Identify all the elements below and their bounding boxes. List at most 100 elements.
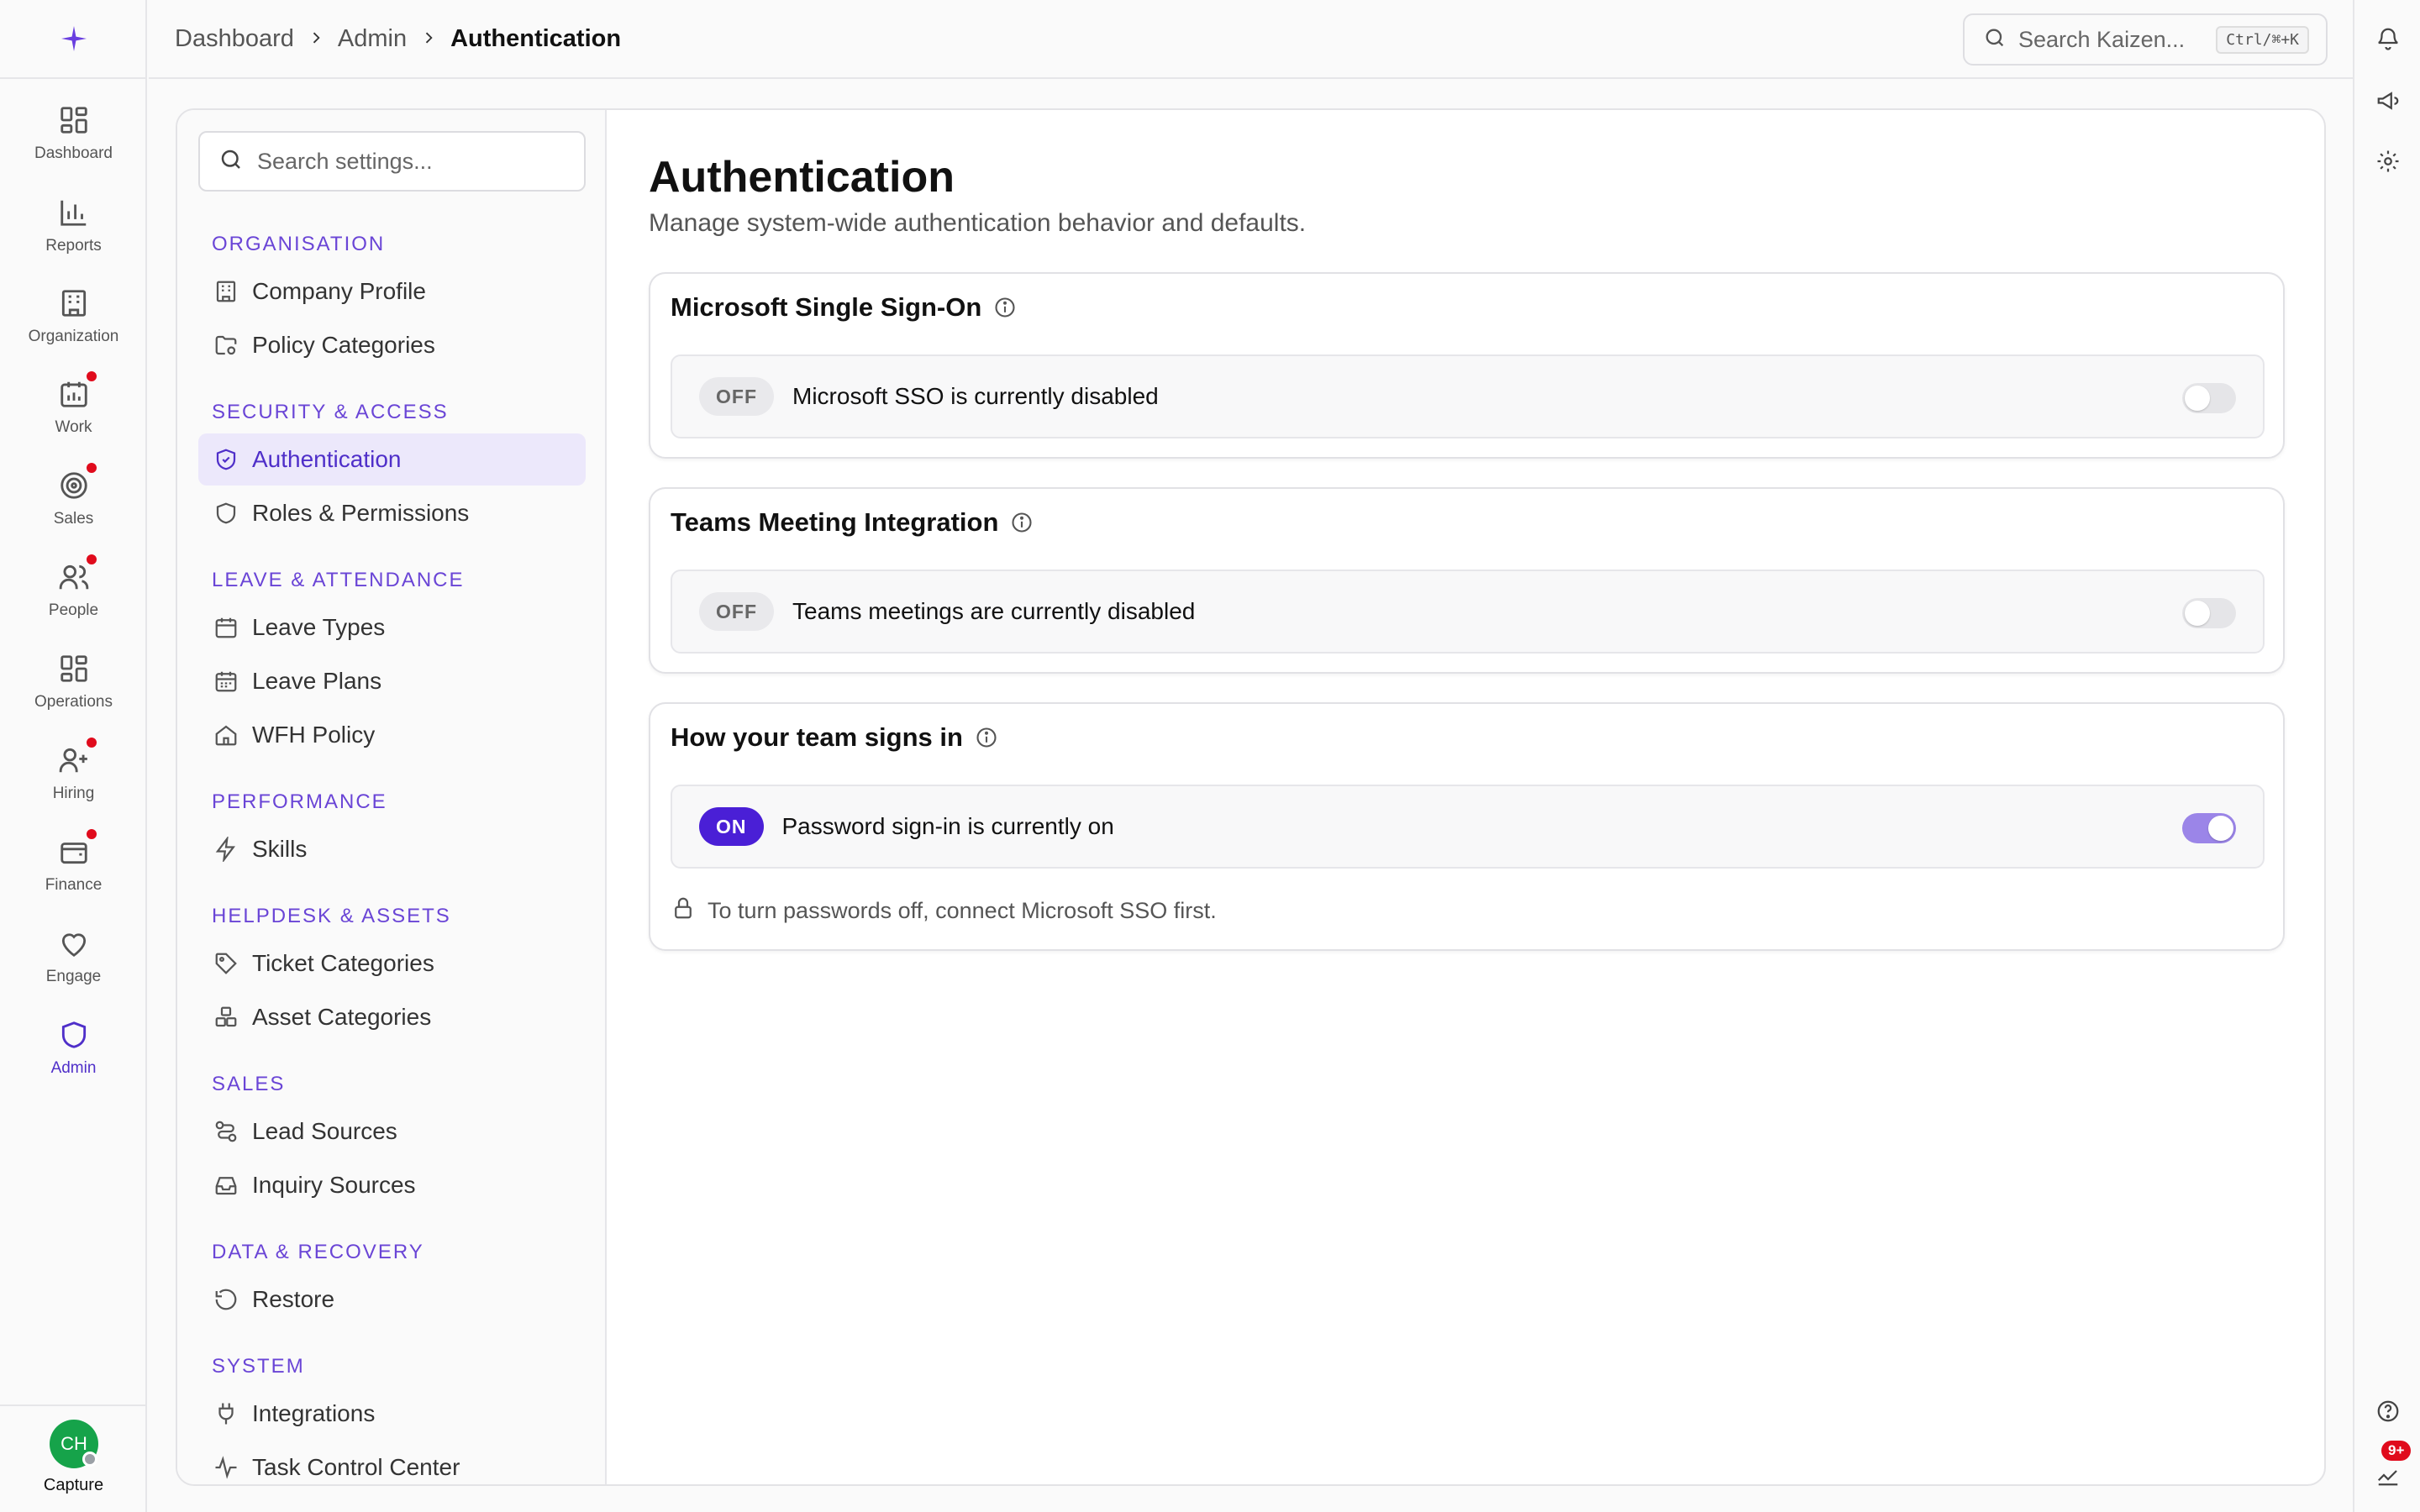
nav-item-finance[interactable]: Finance bbox=[0, 827, 147, 916]
settings-item-label: Company Profile bbox=[252, 278, 426, 304]
settings-item-label: Lead Sources bbox=[252, 1118, 397, 1144]
setting-row: ON Password sign-in is currently on bbox=[671, 785, 2265, 869]
calendar-list-icon bbox=[212, 667, 240, 696]
notification-dot bbox=[84, 827, 98, 841]
info-icon[interactable] bbox=[993, 296, 1017, 319]
card-title-text: Teams Meeting Integration bbox=[671, 507, 999, 537]
activity-icon[interactable] bbox=[2373, 1460, 2403, 1490]
help-icon[interactable] bbox=[2373, 1396, 2403, 1426]
settings-item-integrations[interactable]: Integrations bbox=[198, 1388, 586, 1440]
section-title-security: SECURITY & ACCESS bbox=[212, 401, 449, 423]
note-text: To turn passwords off, connect Microsoft… bbox=[708, 898, 1217, 923]
capture-label[interactable]: Capture bbox=[0, 1476, 147, 1495]
nav-label: Work bbox=[55, 418, 92, 436]
status-badge: ON bbox=[699, 807, 764, 846]
settings-item-skills[interactable]: Skills bbox=[198, 823, 586, 875]
global-search-placeholder: Search Kaizen... bbox=[2018, 26, 2186, 52]
megaphone-icon[interactable] bbox=[2373, 86, 2403, 116]
setting-description: Teams meetings are currently disabled bbox=[792, 598, 1196, 624]
settings-item-leave-plans[interactable]: Leave Plans bbox=[198, 655, 586, 707]
nav-label: Admin bbox=[50, 1059, 97, 1077]
settings-item-task-control-center[interactable]: Task Control Center bbox=[198, 1441, 586, 1484]
card-team-sign-in: How your team signs in ON Password sign-… bbox=[649, 702, 2285, 951]
settings-item-leave-types[interactable]: Leave Types bbox=[198, 601, 586, 654]
global-search-input[interactable]: Search Kaizen... Ctrl/⌘+K bbox=[1963, 13, 2328, 66]
building-icon bbox=[55, 284, 93, 323]
settings-item-policy-categories[interactable]: Policy Categories bbox=[198, 319, 586, 371]
boxes-icon bbox=[212, 1003, 240, 1032]
settings-item-roles-permissions[interactable]: Roles & Permissions bbox=[198, 487, 586, 539]
microsoft-sso-toggle[interactable] bbox=[2182, 383, 2236, 413]
app-logo[interactable] bbox=[0, 0, 147, 79]
users-icon bbox=[55, 553, 98, 596]
nav-item-admin[interactable]: Admin bbox=[0, 1016, 147, 1100]
settings-item-asset-categories[interactable]: Asset Categories bbox=[198, 991, 586, 1043]
wallet-icon bbox=[55, 827, 98, 871]
settings-item-label: Authentication bbox=[252, 446, 402, 472]
password-sign-in-toggle[interactable] bbox=[2182, 813, 2236, 843]
nav-item-engage[interactable]: Engage bbox=[0, 924, 147, 1008]
gear-icon[interactable] bbox=[2373, 146, 2403, 176]
section-title-sales: SALES bbox=[212, 1073, 286, 1095]
restore-icon bbox=[212, 1285, 240, 1314]
nav-label: Operations bbox=[34, 693, 113, 711]
search-icon bbox=[218, 147, 244, 176]
nav-item-sales[interactable]: Sales bbox=[0, 461, 147, 550]
toggle-knob bbox=[2208, 816, 2233, 841]
settings-item-wfh-policy[interactable]: WFH Policy bbox=[198, 709, 586, 761]
settings-search-input[interactable]: Search settings... bbox=[198, 131, 586, 192]
grid-icon bbox=[55, 649, 93, 688]
home-icon bbox=[212, 721, 240, 749]
section-title-system: SYSTEM bbox=[212, 1355, 305, 1378]
calendar-icon bbox=[212, 613, 240, 642]
breadcrumb-dashboard[interactable]: Dashboard bbox=[175, 25, 294, 53]
nav-item-operations[interactable]: Operations bbox=[0, 649, 147, 733]
settings-panel: Search settings... ORGANISATION Company … bbox=[176, 108, 2326, 1486]
sparkle-logo-icon bbox=[60, 26, 87, 51]
chevron-right-icon bbox=[420, 26, 437, 52]
settings-item-inquiry-sources[interactable]: Inquiry Sources bbox=[198, 1159, 586, 1211]
nav-item-work[interactable]: Work bbox=[0, 370, 147, 459]
breadcrumb: Dashboard Admin Authentication bbox=[175, 25, 621, 53]
search-icon bbox=[1983, 26, 2007, 54]
settings-item-company-profile[interactable]: Company Profile bbox=[198, 265, 586, 318]
page-title: Authentication bbox=[649, 153, 955, 202]
settings-item-label: Leave Types bbox=[252, 614, 386, 640]
settings-item-ticket-categories[interactable]: Ticket Categories bbox=[198, 937, 586, 990]
settings-item-label: Task Control Center bbox=[252, 1454, 460, 1480]
nav-item-people[interactable]: People bbox=[0, 553, 147, 642]
presence-status-dot bbox=[82, 1452, 97, 1467]
status-badge: OFF bbox=[699, 377, 774, 416]
settings-item-label: Roles & Permissions bbox=[252, 500, 470, 526]
plug-icon bbox=[212, 1399, 240, 1428]
notification-dot bbox=[84, 370, 98, 383]
lightning-icon bbox=[212, 835, 240, 864]
nav-item-reports[interactable]: Reports bbox=[0, 193, 147, 277]
nav-item-hiring[interactable]: Hiring bbox=[0, 736, 147, 825]
section-title-performance: PERFORMANCE bbox=[212, 790, 387, 813]
setting-row: OFF Teams meetings are currently disable… bbox=[671, 570, 2265, 654]
teams-meetings-toggle[interactable] bbox=[2182, 598, 2236, 628]
settings-item-label: Policy Categories bbox=[252, 332, 435, 358]
right-rail bbox=[2353, 0, 2420, 1512]
settings-item-restore[interactable]: Restore bbox=[198, 1273, 586, 1326]
settings-item-authentication[interactable]: Authentication bbox=[198, 433, 586, 486]
nav-label: Reports bbox=[45, 237, 102, 255]
pulse-icon bbox=[212, 1453, 240, 1482]
card-title: How your team signs in bbox=[671, 722, 998, 753]
keyboard-shortcut: Ctrl/⌘+K bbox=[2216, 26, 2309, 54]
breadcrumb-admin[interactable]: Admin bbox=[338, 25, 407, 53]
nav-item-dashboard[interactable]: Dashboard bbox=[0, 101, 147, 185]
card-teams-integration: Teams Meeting Integration OFF Teams meet… bbox=[649, 487, 2285, 674]
shield-check-icon bbox=[212, 445, 240, 474]
settings-item-label: Skills bbox=[252, 836, 308, 862]
toggle-knob bbox=[2185, 386, 2210, 411]
section-title-organisation: ORGANISATION bbox=[212, 233, 386, 255]
settings-content: Authentication Manage system-wide authen… bbox=[607, 110, 2324, 1484]
info-icon[interactable] bbox=[975, 726, 998, 749]
bell-icon[interactable] bbox=[2373, 24, 2403, 54]
settings-sidebar: Search settings... ORGANISATION Company … bbox=[177, 110, 607, 1484]
info-icon[interactable] bbox=[1010, 511, 1034, 534]
settings-item-lead-sources[interactable]: Lead Sources bbox=[198, 1105, 586, 1158]
nav-item-organization[interactable]: Organization bbox=[0, 284, 147, 368]
